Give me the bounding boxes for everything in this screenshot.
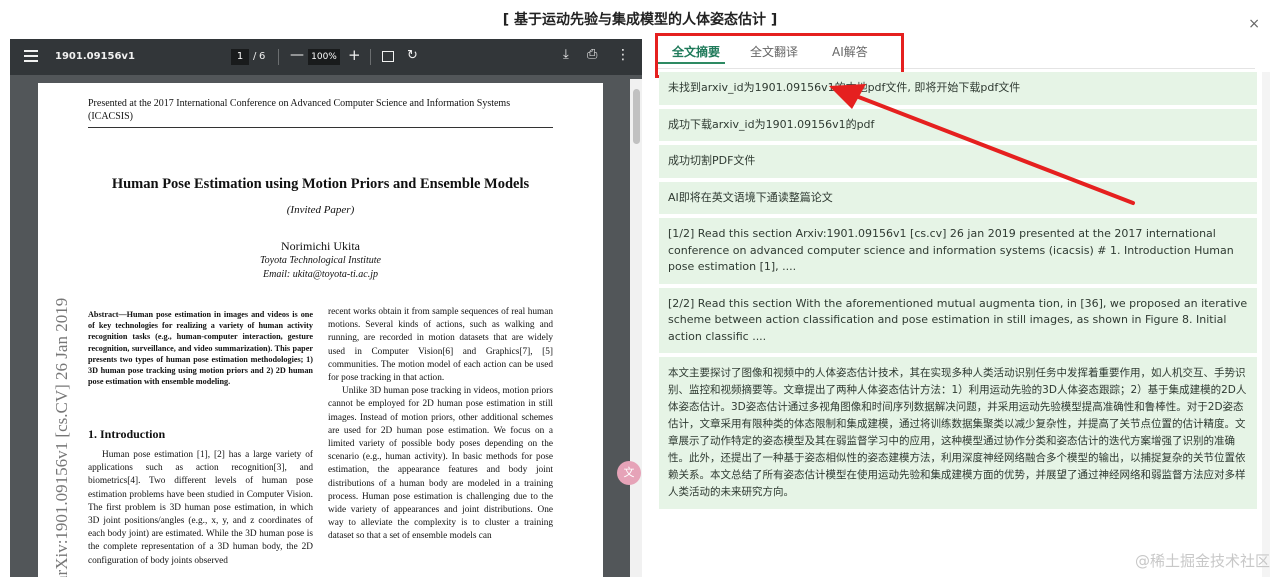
intro-body: Human pose estimation [1], [2] has a lar… xyxy=(88,450,313,566)
summary-message: 本文主要探讨了图像和视频中的人体姿态估计技术，其在实现多种人类活动识别任务中发挥… xyxy=(659,357,1257,509)
toolbar-divider xyxy=(278,49,279,65)
pdf-viewer: 1901.09156v1 1 / 6 — 100% + ↻ ⤓ ⎙ ⋮ Pres… xyxy=(10,39,642,577)
right-paragraph-2: Unlike 3D human pose tracking in videos,… xyxy=(328,386,553,542)
message-item: [2/2] Read this section With the aforeme… xyxy=(659,287,1257,353)
header-rule xyxy=(88,127,553,128)
page-separator: / xyxy=(253,51,257,62)
watermark: @稀土掘金技术社区 xyxy=(1134,552,1270,570)
translate-icon[interactable]: 文 xyxy=(617,461,641,485)
arxiv-stamp: arXiv:1901.09156v1 [cs.CV] 26 Jan 2019 xyxy=(52,297,71,577)
download-icon[interactable]: ⤓ xyxy=(563,47,569,62)
rotate-icon[interactable]: ↻ xyxy=(407,48,418,63)
message-item: 成功下载arxiv_id为1901.09156v1的pdf xyxy=(659,108,1257,141)
pdf-page: Presented at the 2017 International Conf… xyxy=(38,83,603,577)
message-item: AI即将在英文语境下通读整篇论文 xyxy=(659,181,1257,214)
panel-scrollbar[interactable] xyxy=(1262,72,1270,577)
zoom-input[interactable]: 100% xyxy=(308,49,340,65)
intro-heading: 1. Introduction xyxy=(88,427,166,441)
page-total: 6 xyxy=(259,51,266,62)
page-number-input[interactable]: 1 xyxy=(231,49,249,65)
zoom-out-icon[interactable]: — xyxy=(290,47,304,63)
conference-header: Presented at the 2017 International Conf… xyxy=(88,98,511,122)
menu-icon[interactable] xyxy=(24,50,38,62)
pdf-scrollbar-thumb[interactable] xyxy=(633,89,640,144)
message-item: [1/2] Read this section Arxiv:1901.09156… xyxy=(659,218,1257,284)
message-item: 未找到arxiv_id为1901.09156v1的本地pdf文件, 即将开始下载… xyxy=(659,72,1257,105)
abstract: Abstract—Human pose estimation in images… xyxy=(88,310,313,387)
paper-subtitle: (Invited Paper) xyxy=(286,204,355,216)
author-email: Email: ukita@toyota-ti.ac.jp xyxy=(262,269,378,280)
pdf-filename: 1901.09156v1 xyxy=(55,51,135,62)
zoom-in-icon[interactable]: + xyxy=(348,46,361,64)
toolbar-divider xyxy=(370,49,371,65)
close-icon[interactable]: × xyxy=(1248,16,1260,32)
pdf-scrollbar[interactable] xyxy=(630,79,642,577)
pdf-toolbar: 1901.09156v1 1 / 6 — 100% + ↻ ⤓ ⎙ ⋮ xyxy=(10,39,642,75)
message-item: 成功切割PDF文件 xyxy=(659,145,1257,178)
message-list: 未找到arxiv_id为1901.09156v1的本地pdf文件, 即将开始下载… xyxy=(659,72,1257,513)
paper-title: Human Pose Estimation using Motion Prior… xyxy=(111,176,530,192)
right-paragraph-1: recent works obtain it from sample seque… xyxy=(328,307,553,384)
author-name: Norimichi Ukita xyxy=(281,239,360,253)
more-options-icon[interactable]: ⋮ xyxy=(616,47,630,63)
modal-title: [ 基于运动先验与集成模型的人体姿态估计 ] xyxy=(502,12,778,28)
author-institution: Toyota Technological Institute xyxy=(260,255,381,266)
print-icon[interactable]: ⎙ xyxy=(587,47,597,62)
right-column: recent works obtain it from sample seque… xyxy=(328,306,553,544)
fit-page-icon[interactable] xyxy=(382,51,394,62)
